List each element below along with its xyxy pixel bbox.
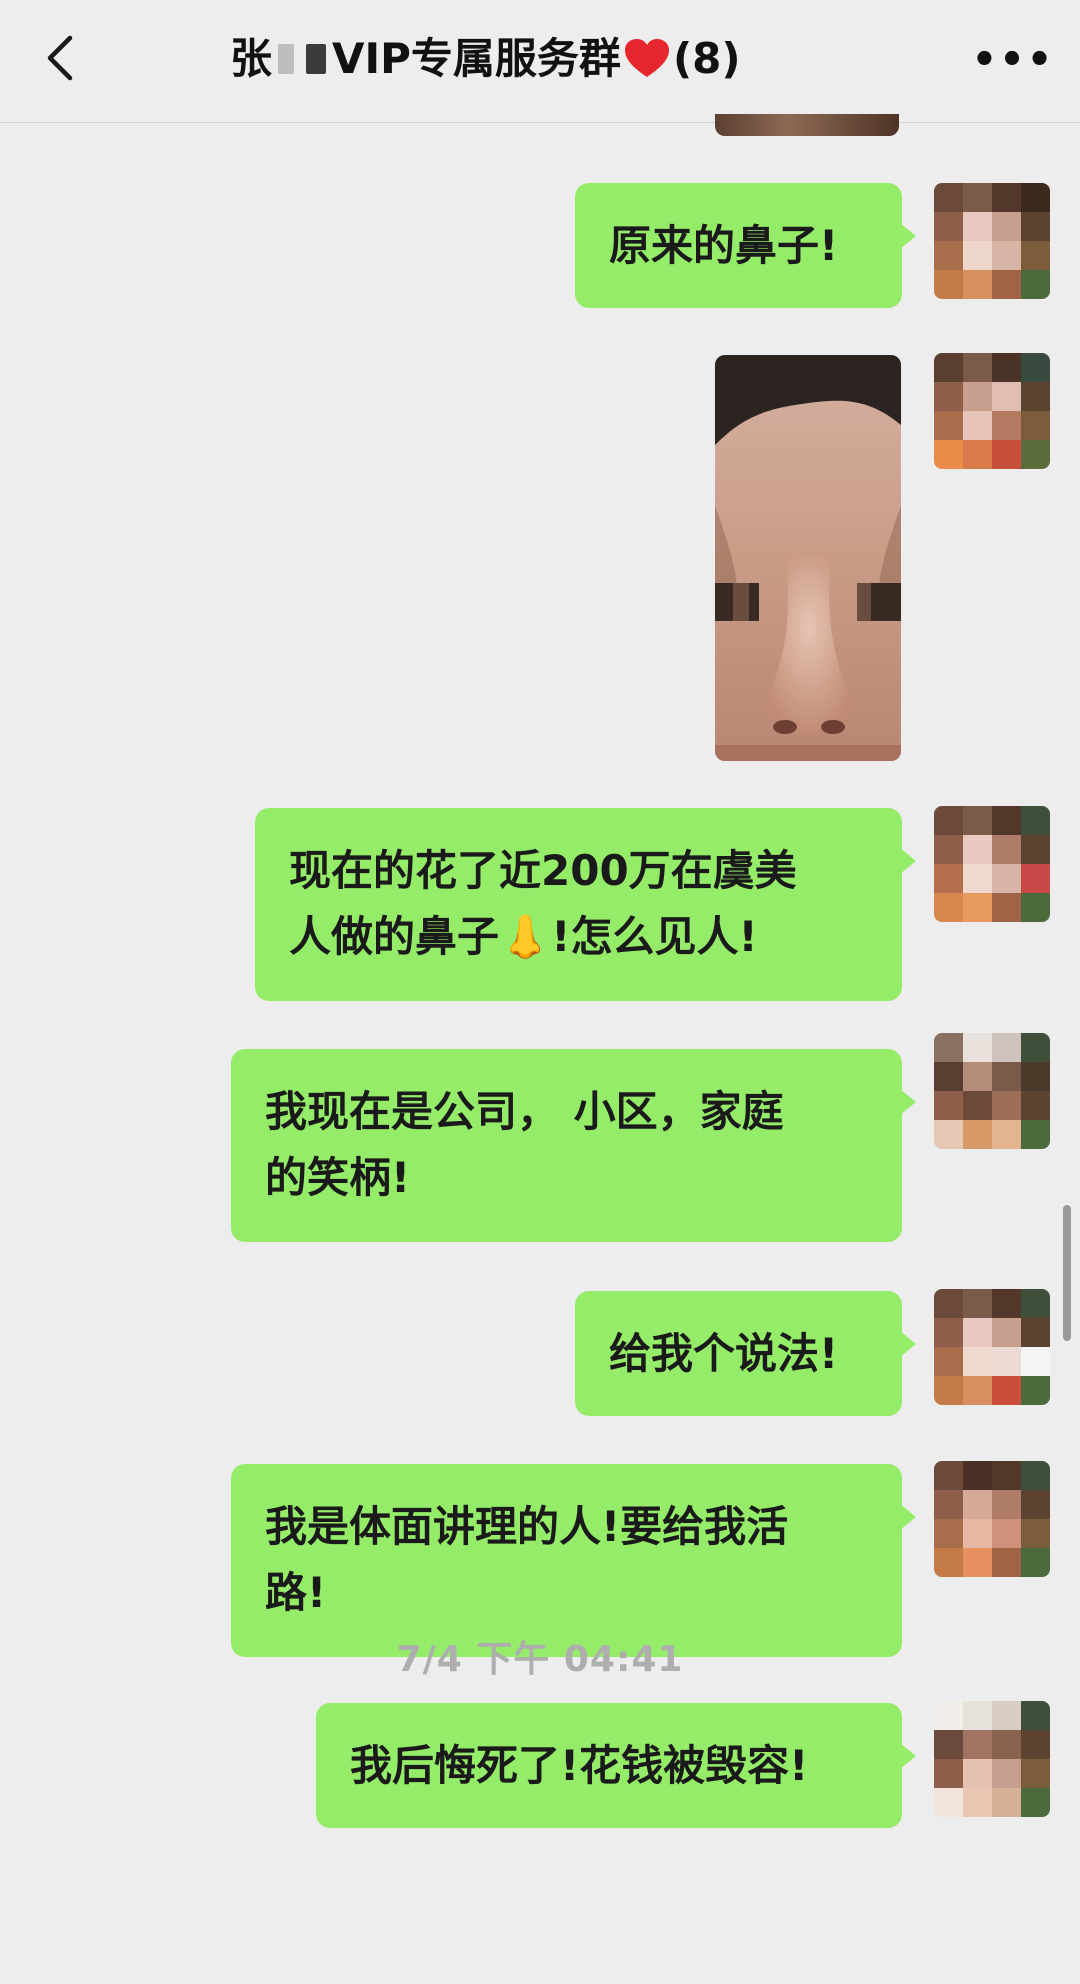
photo-thumbnail <box>715 355 901 761</box>
heart-icon <box>624 39 669 77</box>
back-button[interactable] <box>30 24 94 92</box>
title-main: VIP专属服务群 <box>332 34 621 83</box>
message-bubble[interactable]: 我是体面讲理的人!要给我活 路! <box>231 1464 916 1657</box>
avatar[interactable] <box>934 806 1050 922</box>
avatar[interactable] <box>934 1701 1050 1817</box>
message-text: 人做的鼻子👃!怎么见人! <box>289 912 758 961</box>
message-text: 我是体面讲理的人!要给我活 <box>265 1502 789 1551</box>
message-text: 我后悔死了!花钱被毁容! <box>350 1741 809 1790</box>
message-bubble[interactable]: 现在的花了近200万在虞美 人做的鼻子👃!怎么见人! <box>255 808 916 1001</box>
message-timestamp: 7/4 下午 04:41 <box>396 1639 684 1680</box>
avatar[interactable] <box>934 1289 1050 1405</box>
message-text: 路! <box>265 1568 327 1617</box>
chevron-left-icon <box>47 35 73 81</box>
avatar[interactable] <box>934 183 1050 299</box>
chat-title: 张 VIP专属服务群 (8) <box>230 28 870 90</box>
avatar[interactable] <box>934 353 1050 469</box>
title-prefix: 张 <box>230 34 273 83</box>
member-count: (8) <box>672 34 741 83</box>
message-text: 现在的花了近200万在虞美 <box>289 846 797 895</box>
more-options-button[interactable]: ••• <box>970 26 1056 94</box>
message-text: 给我个说法! <box>609 1329 839 1378</box>
message-bubble[interactable]: 我现在是公司， 小区，家庭 的笑柄! <box>231 1049 916 1242</box>
redacted-block <box>278 44 295 74</box>
scrollbar[interactable] <box>1063 1205 1071 1341</box>
message-text: 原来的鼻子! <box>609 221 839 270</box>
message-bubble[interactable]: 给我个说法! <box>575 1291 916 1416</box>
message-bubble[interactable]: 我后悔死了!花钱被毁容! <box>316 1703 916 1828</box>
avatar[interactable] <box>934 1033 1050 1149</box>
chat-header: 张 VIP专属服务群 (8) ••• <box>0 0 1080 123</box>
photo-message[interactable] <box>715 355 901 761</box>
message-text: 的笑柄! <box>265 1153 411 1202</box>
message-bubble[interactable]: 原来的鼻子! <box>575 183 916 308</box>
redacted-block <box>306 44 327 74</box>
avatar[interactable] <box>934 1461 1050 1577</box>
message-text: 我现在是公司， 小区，家庭 <box>265 1087 784 1136</box>
previous-image-fragment[interactable] <box>715 114 899 136</box>
